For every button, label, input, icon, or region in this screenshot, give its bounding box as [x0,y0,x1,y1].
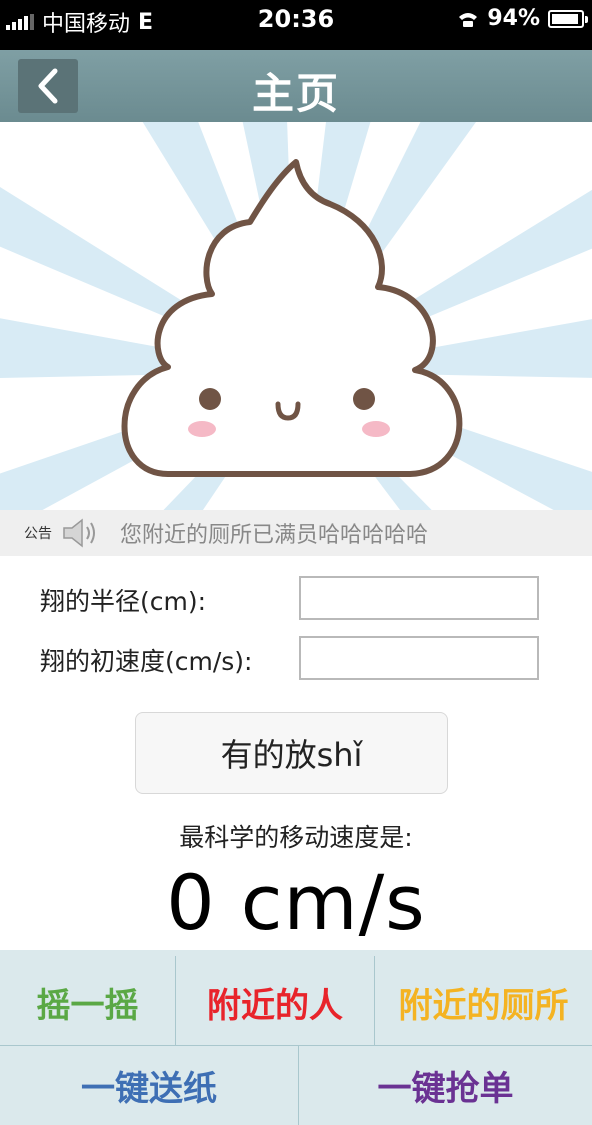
calculator-form: 翔的半径(cm): 翔的初速度(cm/s): 有的放shǐ 最科学的移动速度是:… [0,556,592,950]
speed-row: 翔的初速度(cm/s): [0,636,592,680]
nav-bar: 主页 [0,50,592,122]
result-value: 0 cm/s [166,858,426,947]
page-title: 主页 [251,69,340,118]
battery-icon [548,9,588,28]
status-right: 94% [457,6,588,31]
speed-label: 翔的初速度(cm/s): [40,647,253,676]
menu-nearby-people[interactable]: 附近的人 [176,958,374,1046]
speed-input[interactable] [299,636,539,680]
radius-label: 翔的半径(cm): [40,587,207,616]
radius-row: 翔的半径(cm): [0,576,592,620]
menu-nearby-toilets[interactable]: 附近的厕所 [375,958,592,1046]
menu-grab-order[interactable]: 一键抢单 [299,1046,592,1125]
bottom-menu: 摇一摇 附近的人 附近的厕所 一键送纸 一键抢单 [0,950,592,1125]
notice-tag: 公告 [24,526,52,542]
status-bar: 中国移动 E 20:36 94% [0,0,592,40]
speaker-icon [63,518,95,548]
notice-bar: 公告 您附近的厕所已满员哈哈哈哈哈 [0,510,592,556]
result-label: 最科学的移动速度是: [179,823,413,852]
radius-input[interactable] [299,576,539,620]
phone-signal-icon [459,12,478,27]
notice-text: 您附近的厕所已满员哈哈哈哈哈 [120,523,429,548]
menu-send-paper[interactable]: 一键送纸 [0,1046,298,1125]
hero-illustration [0,122,592,510]
battery-percent: 94% [487,6,540,31]
calculate-button[interactable]: 有的放shǐ [135,712,448,794]
menu-shake[interactable]: 摇一摇 [0,958,175,1046]
poop-mascot-illustration [0,122,592,510]
